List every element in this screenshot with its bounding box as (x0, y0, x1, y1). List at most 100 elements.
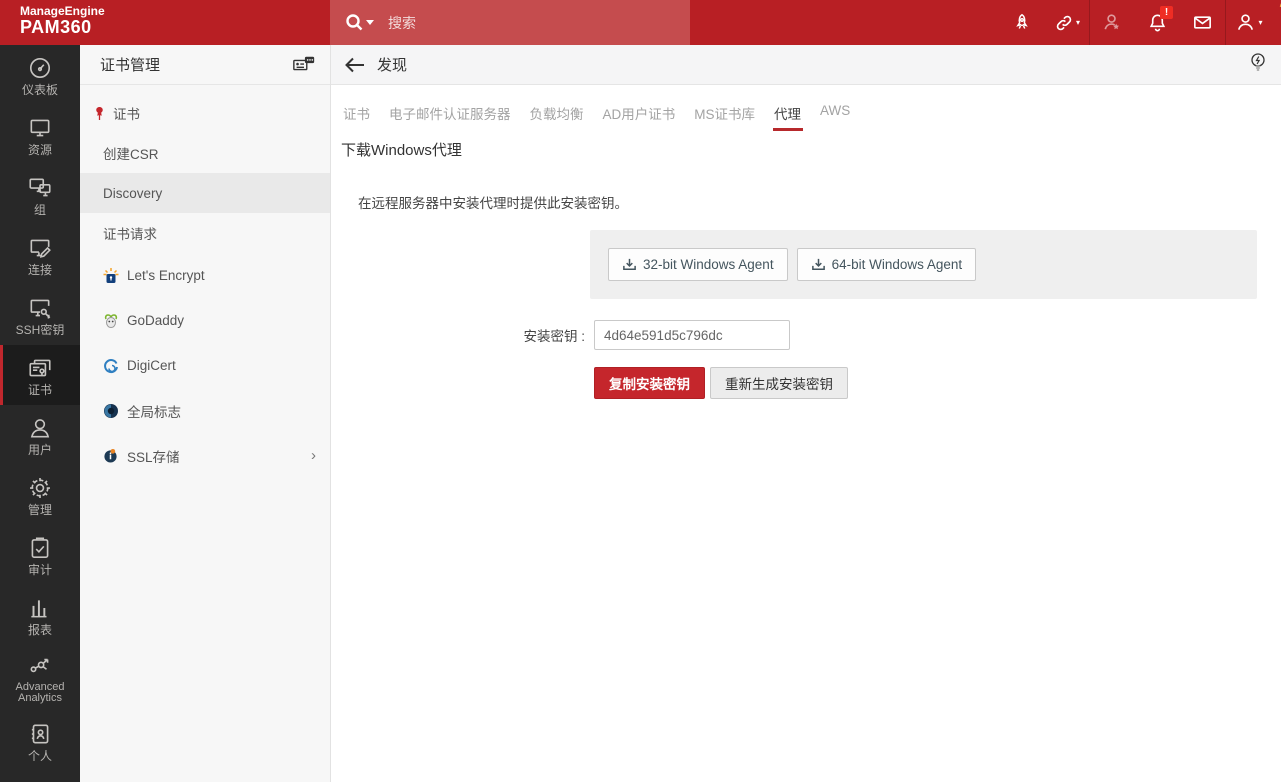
install-key-label: 安装密钥 : (523, 329, 585, 344)
nav-personal[interactable]: 个人 (0, 711, 80, 771)
notification-badge: ! (1160, 6, 1173, 19)
button-label: 64-bit Windows Agent (831, 257, 963, 272)
user-account-caret-icon: ▾ (1258, 18, 1263, 27)
brand-logo: ManageEngine PAM360 (0, 0, 1281, 45)
resources-icon (30, 119, 50, 136)
nav-label: 审计 (27, 562, 52, 577)
certificates-icon (29, 359, 51, 376)
whats-new-rocket-icon[interactable] (999, 0, 1044, 45)
nav-label: 个人 (27, 748, 52, 763)
download-32bit-agent-button[interactable]: 32-bit Windows Agent (608, 248, 788, 281)
button-label: 32-bit Windows Agent (643, 257, 774, 272)
ssl-store-icon (103, 448, 123, 463)
page-header: 发现 (331, 45, 1281, 85)
messages-envelope-icon[interactable] (1180, 0, 1225, 45)
download-64bit-agent-button[interactable]: 64-bit Windows Agent (796, 248, 977, 281)
main-content: 发现 证书 电子邮件认证服务器 负载均衡 AD用户证书 MS证书库 代理 AWS… (331, 45, 1281, 782)
nav-admin[interactable]: 管理 (0, 465, 80, 525)
nav-label: 组 (33, 202, 46, 217)
install-key-actions: 复制安装密钥 重新生成安装密钥 (594, 367, 1257, 399)
regenerate-install-key-button[interactable]: 重新生成安装密钥 (710, 367, 848, 399)
reports-icon (31, 599, 47, 617)
quick-links-caret-icon: ▾ (1075, 18, 1080, 27)
sidebar-item-label: DigiCert (127, 358, 176, 373)
sidebar-header: 证书管理 (80, 45, 330, 85)
pin-icon (93, 106, 109, 121)
install-key-input[interactable] (594, 320, 790, 350)
global-search-bar[interactable] (330, 0, 690, 45)
tab-ad-user-certs[interactable]: AD用户证书 (603, 103, 676, 131)
main-nav-rail: 仪表板 资源 组 连接 SSH密钥 证书 用户 管理 审计 报表 Advance… (0, 45, 80, 782)
personal-icon (31, 724, 49, 743)
groups-icon (29, 178, 51, 196)
nav-label: 用户 (27, 442, 52, 457)
topbar-actions: ▾ ! ▾ (690, 0, 1281, 45)
nav-users[interactable]: 用户 (0, 405, 80, 465)
download-icon (811, 258, 825, 270)
chevron-right-icon[interactable]: › (311, 447, 316, 464)
nav-connections[interactable]: 连接 (0, 225, 80, 285)
discovery-tabs: 证书 电子邮件认证服务器 负载均衡 AD用户证书 MS证书库 代理 AWS (331, 85, 1281, 131)
back-arrow-icon[interactable] (345, 57, 365, 73)
audit-icon (31, 536, 49, 558)
sidebar-item-certificates[interactable]: 证书 (80, 93, 330, 133)
install-key-row: 安装密钥 : (341, 320, 1257, 350)
help-lightbulb-icon[interactable] (1249, 52, 1267, 77)
agent-download-panel: 32-bit Windows Agent 64-bit Windows Agen… (590, 230, 1257, 299)
sidebar-menu: 证书 创建CSR Discovery 证书请求 Let's Encrypt Go… (80, 85, 330, 478)
sidebar-item-label: 证书 (113, 107, 140, 122)
user-account-icon[interactable]: ▾ (1226, 0, 1271, 45)
nav-label: 资源 (27, 142, 52, 157)
nav-label: 证书 (27, 382, 52, 397)
lets-encrypt-icon (103, 267, 123, 284)
sidebar-item-label: 证书请求 (103, 227, 157, 242)
analytics-icon (30, 658, 49, 672)
agent-section: 下载Windows代理 在远程服务器中安装代理时提供此安装密钥。 32-bit … (331, 131, 1281, 399)
nav-dashboard[interactable]: 仪表板 (0, 45, 80, 105)
quick-links-icon[interactable]: ▾ (1044, 0, 1089, 45)
tab-certificates[interactable]: 证书 (343, 103, 370, 131)
sidebar-item-discovery[interactable]: Discovery (80, 173, 330, 213)
nav-label: Advanced Analytics (15, 680, 65, 704)
section-title: 下载Windows代理 (341, 142, 462, 159)
nav-resources[interactable]: 资源 (0, 105, 80, 165)
nav-certificates[interactable]: 证书 (0, 345, 80, 405)
search-icon[interactable] (344, 12, 374, 34)
brand-manageengine: ManageEngine (20, 4, 105, 18)
nav-advanced-analytics[interactable]: Advanced Analytics (0, 645, 80, 711)
sidebar-item-cert-request[interactable]: 证书请求 (80, 213, 330, 253)
top-bar: ManageEngine PAM360 ▾ (0, 0, 1281, 45)
search-input[interactable] (388, 14, 648, 31)
nav-groups[interactable]: 组 (0, 165, 80, 225)
sidebar-item-lets-encrypt[interactable]: Let's Encrypt (80, 253, 330, 298)
sidebar-item-godaddy[interactable]: GoDaddy (80, 298, 330, 343)
download-icon (623, 258, 636, 270)
users-icon (30, 418, 50, 437)
copy-install-key-button[interactable]: 复制安装密钥 (594, 367, 705, 399)
sidebar-item-label: 全局标志 (127, 404, 181, 420)
tab-aws[interactable]: AWS (820, 103, 850, 131)
tab-agent[interactable]: 代理 (774, 103, 801, 131)
sidebar-item-label: Discovery (103, 185, 163, 201)
tab-ms-cert-store[interactable]: MS证书库 (694, 103, 755, 131)
sidebar-item-ssl-store[interactable]: SSL存储 › (80, 433, 330, 478)
sidebar-item-create-csr[interactable]: 创建CSR (80, 133, 330, 173)
nav-audit[interactable]: 审计 (0, 525, 80, 585)
admin-gear-icon (30, 477, 50, 498)
sidebar-item-label: 创建CSR (103, 147, 159, 162)
privileged-user-star-icon[interactable] (1090, 0, 1135, 45)
tab-load-balancer[interactable]: 负载均衡 (530, 103, 584, 131)
page-title: 发现 (377, 57, 408, 74)
tab-email-auth-servers[interactable]: 电子邮件认证服务器 (389, 103, 511, 131)
nav-label: 管理 (27, 502, 52, 517)
sidebar-item-label: Let's Encrypt (127, 268, 205, 283)
sidebar-item-global-flag[interactable]: 全局标志 (80, 388, 330, 433)
nav-reports[interactable]: 报表 (0, 585, 80, 645)
sidebar-item-digicert[interactable]: DigiCert (80, 343, 330, 388)
notifications-bell-icon[interactable]: ! (1135, 0, 1180, 45)
digicert-icon (103, 358, 123, 374)
collapse-panel-icon[interactable] (292, 55, 316, 75)
godaddy-icon (103, 313, 123, 329)
nav-ssh-keys[interactable]: SSH密钥 (0, 285, 80, 345)
nav-label: SSH密钥 (15, 322, 65, 337)
